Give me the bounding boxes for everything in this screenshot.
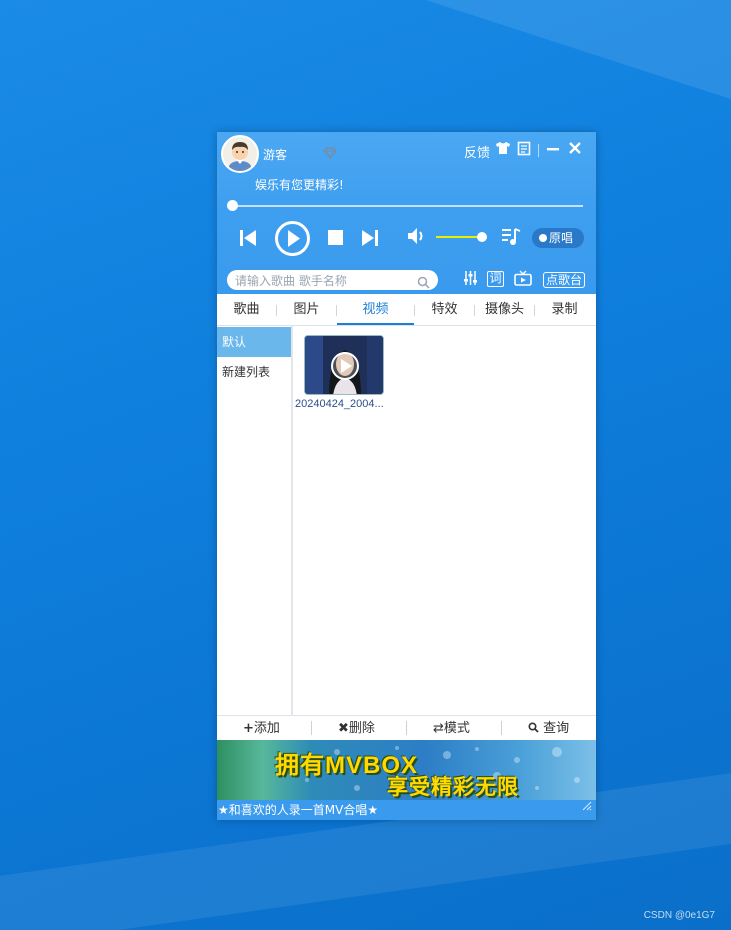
- video-filename[interactable]: 20240424_2004...: [295, 398, 384, 410]
- resize-grip-icon[interactable]: [582, 797, 592, 817]
- lyrics-button[interactable]: 词: [487, 271, 504, 287]
- avatar[interactable]: [221, 135, 259, 173]
- next-track-icon[interactable]: [361, 229, 379, 251]
- mode-button[interactable]: ⇄模式: [433, 716, 470, 741]
- original-vocal-toggle[interactable]: 原唱: [532, 228, 584, 248]
- add-button[interactable]: +添加: [243, 716, 280, 741]
- sidebar-item-new-list[interactable]: 新建列表: [217, 357, 291, 387]
- tagline: 娱乐有您更精彩!: [255, 178, 344, 192]
- sidebar-item-default[interactable]: 默认: [217, 327, 291, 357]
- video-grid: 20240424_2004...: [293, 326, 596, 715]
- repeat-icon: ⇄: [433, 721, 444, 736]
- tab-record[interactable]: 录制: [535, 294, 594, 326]
- search-placeholder: 请输入歌曲 歌手名称: [235, 274, 347, 288]
- add-label: 添加: [253, 721, 280, 736]
- action-separator: [311, 721, 312, 735]
- search-icon[interactable]: [417, 274, 430, 293]
- mode-label: 模式: [443, 721, 470, 736]
- plus-icon: +: [243, 721, 254, 736]
- equalizer-icon[interactable]: [463, 270, 478, 290]
- query-label: 查询: [543, 721, 570, 736]
- csdn-watermark: CSDN @0e1G7: [643, 910, 715, 921]
- header-separator: [538, 144, 539, 157]
- username[interactable]: 游客: [263, 146, 287, 163]
- notes-icon[interactable]: [517, 141, 531, 160]
- playlist-music-icon[interactable]: [501, 227, 521, 251]
- song-station-button[interactable]: 点歌台: [543, 272, 585, 288]
- footer-slogan: ★和喜欢的人录一首MV合唱★: [217, 800, 596, 820]
- tab-effects[interactable]: 特效: [415, 294, 474, 326]
- volume-track[interactable]: [436, 236, 482, 238]
- search-input[interactable]: 请输入歌曲 歌手名称: [227, 270, 438, 290]
- playlist-sidebar: 默认 新建列表: [217, 326, 293, 715]
- active-tab-underline: [337, 323, 414, 325]
- progress-track[interactable]: [232, 205, 583, 207]
- tab-songs[interactable]: 歌曲: [217, 294, 276, 326]
- footer-text[interactable]: ★和喜欢的人录一首MV合唱★: [218, 803, 378, 817]
- search-icon: [528, 721, 543, 736]
- tv-icon[interactable]: [514, 270, 532, 290]
- category-tabs: 歌曲 图片 视频 特效 摄像头 录制: [217, 294, 596, 326]
- skin-tshirt-icon[interactable]: [495, 141, 511, 159]
- action-separator: [501, 721, 502, 735]
- player-header: 游客 娱乐有您更精彩! 反馈 原唱 请输入歌曲 歌手名称 词 点歌台: [217, 132, 596, 294]
- vip-diamond-icon[interactable]: [323, 147, 337, 162]
- query-button[interactable]: 查询: [528, 716, 569, 741]
- minimize-icon[interactable]: [547, 141, 560, 159]
- original-vocal-label: 原唱: [549, 231, 574, 245]
- stop-icon[interactable]: [328, 230, 343, 249]
- tab-camera[interactable]: 摄像头: [475, 294, 534, 326]
- bottom-actions-bar: +添加 ✖删除 ⇄模式 查询: [217, 715, 596, 740]
- video-thumbnail[interactable]: [304, 335, 384, 395]
- tab-videos[interactable]: 视频: [337, 294, 414, 326]
- close-icon[interactable]: [568, 141, 582, 159]
- x-icon: ✖: [338, 721, 349, 736]
- volume-handle[interactable]: [477, 232, 487, 242]
- feedback-link[interactable]: 反馈: [464, 142, 490, 161]
- action-separator: [406, 721, 407, 735]
- play-button[interactable]: [275, 221, 310, 256]
- progress-handle[interactable]: [227, 200, 238, 211]
- tab-pictures[interactable]: 图片: [277, 294, 336, 326]
- mvbox-ad-banner[interactable]: 拥有MVBOX 享受精彩无限: [217, 740, 596, 800]
- delete-label: 删除: [348, 721, 375, 736]
- volume-icon[interactable]: [407, 227, 427, 249]
- delete-button[interactable]: ✖删除: [338, 716, 375, 741]
- toggle-dot-icon: [539, 234, 547, 242]
- banner-subheadline: 享受精彩无限: [387, 775, 519, 799]
- mvbox-window: 游客 娱乐有您更精彩! 反馈 原唱 请输入歌曲 歌手名称 词 点歌台 歌曲 图片…: [217, 132, 596, 820]
- previous-track-icon[interactable]: [239, 229, 257, 251]
